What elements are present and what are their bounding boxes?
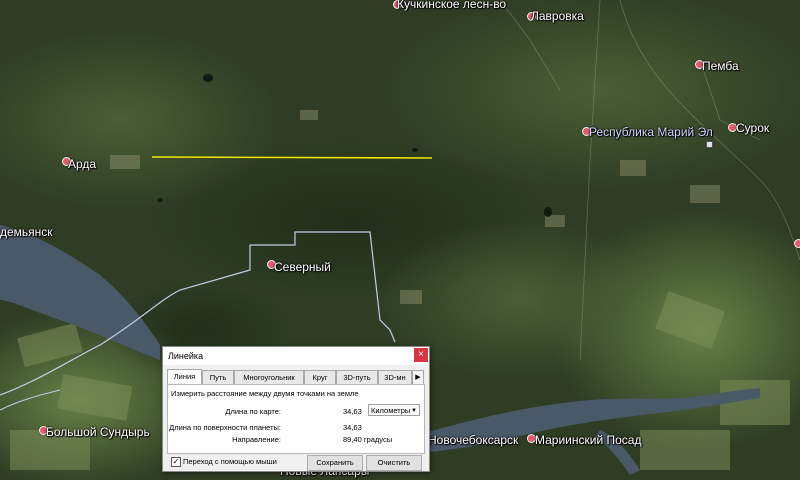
ruler-footer: ✓ Переход с помощью мыши Сохранить Очист… xyxy=(163,453,429,471)
place-demyansk[interactable]: демьянск xyxy=(0,225,53,239)
tab-polygon[interactable]: Многоугольник xyxy=(234,370,304,385)
save-button[interactable]: Сохранить xyxy=(307,455,363,471)
ruler-title: Линейка xyxy=(168,351,204,361)
ground-length-value: 34,63 xyxy=(343,423,362,432)
place-novocheboksarsk[interactable]: Новочебоксарск xyxy=(428,433,518,447)
tab-3d-polygon[interactable]: 3D-мн xyxy=(378,370,412,385)
place-pemba[interactable]: Пемба xyxy=(702,59,739,73)
ruler-dialog[interactable]: Линейка × Линия Путь Многоугольник Круг … xyxy=(162,346,430,472)
mouse-nav-label[interactable]: Переход с помощью мыши xyxy=(183,457,277,466)
place-bolshoy-sundyr[interactable]: Большой Сундырь xyxy=(46,425,150,439)
ruler-description: Измерить расстояние между двумя точками … xyxy=(171,389,359,398)
clear-button[interactable]: Очистить xyxy=(366,455,422,471)
place-mari-el[interactable]: Республика Марий Эл xyxy=(589,125,713,139)
capital-marker-icon xyxy=(706,141,713,148)
place-mariinsky-posad[interactable]: Мариинский Посад xyxy=(535,433,641,447)
map-length-label: Длина по карте: xyxy=(225,407,281,416)
tab-3d-path[interactable]: 3D-путь xyxy=(336,370,378,385)
ruler-titlebar[interactable]: Линейка × xyxy=(163,347,429,365)
mouse-nav-checkbox[interactable]: ✓ xyxy=(171,457,181,467)
ruler-panel: Измерить расстояние между двумя точками … xyxy=(167,384,425,454)
place-severny[interactable]: Северный xyxy=(274,260,331,274)
unit-select-value: Километры xyxy=(371,406,411,415)
unit-select[interactable]: Километры ▼ xyxy=(368,404,420,416)
place-lavrovka[interactable]: Лавровка xyxy=(531,9,584,23)
place-arda[interactable]: Арда xyxy=(68,157,96,171)
map-length-value: 34,63 xyxy=(343,407,362,416)
ground-length-label: Длина по поверхности планеты: xyxy=(169,423,281,432)
measure-line xyxy=(151,156,433,159)
tab-path[interactable]: Путь xyxy=(202,370,234,385)
tab-scroll-right-icon[interactable]: ▶ xyxy=(412,370,424,385)
tab-circle[interactable]: Круг xyxy=(304,370,336,385)
ruler-tabs: Линия Путь Многоугольник Круг 3D-путь 3D… xyxy=(167,369,425,386)
place-kuchkinskoe[interactable]: Кучкинское лесн-во xyxy=(397,0,506,11)
place-surok[interactable]: Сурок xyxy=(736,121,769,135)
heading-value: 89,40 градусы xyxy=(343,435,393,444)
heading-label: Направление: xyxy=(232,435,281,444)
close-icon[interactable]: × xyxy=(414,348,428,362)
chevron-down-icon: ▼ xyxy=(411,408,417,414)
place-pin-right-edge[interactable] xyxy=(794,239,800,248)
